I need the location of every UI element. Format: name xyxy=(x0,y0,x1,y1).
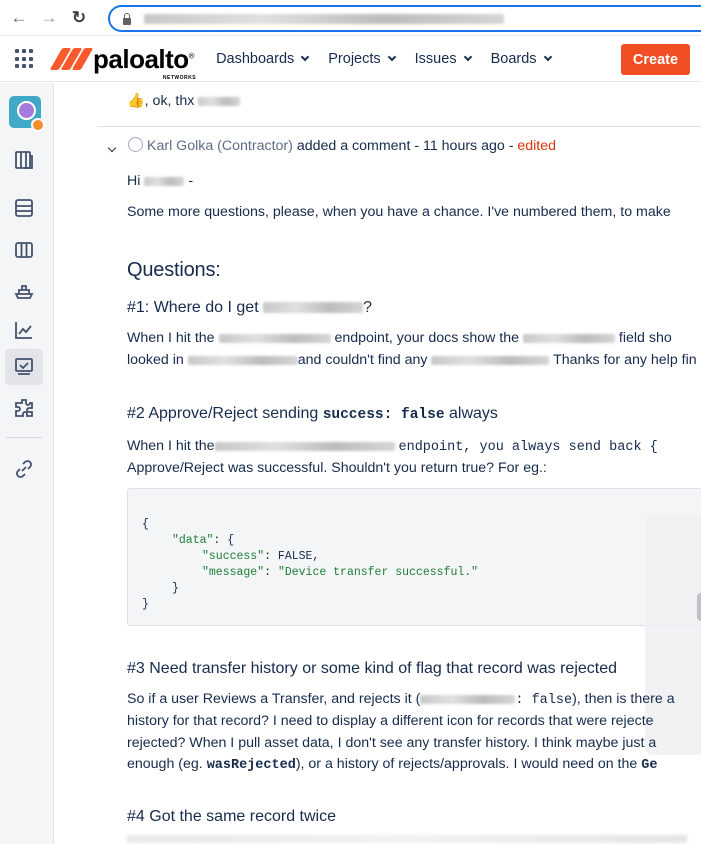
review-icon[interactable] xyxy=(12,355,36,379)
q2-heading: #2 Approve/Reject sending success: false… xyxy=(127,405,498,423)
thumbs-up-icon: 👍 xyxy=(127,93,145,109)
project-sidebar xyxy=(0,83,54,844)
issue-comments: 👍, ok, thx Karl Golka (Contractor) added… xyxy=(55,83,701,844)
chevron-down-icon xyxy=(543,52,552,62)
chevron-down-icon xyxy=(301,52,310,62)
q1-text-line2: looked in and couldn't find any Thanks f… xyxy=(127,352,697,368)
q4-text-cutoff xyxy=(127,835,687,843)
q3-text-line3: rejected? When I pull asset data, I don'… xyxy=(127,735,657,751)
forward-arrow-icon[interactable]: → xyxy=(38,7,60,29)
chevron-down-icon xyxy=(463,52,472,62)
greeting: Hi - xyxy=(127,173,194,189)
chevron-down-icon xyxy=(387,52,396,62)
reload-icon[interactable]: ↻ xyxy=(68,7,90,29)
lock-icon xyxy=(122,12,132,25)
questions-heading: Questions: xyxy=(127,259,221,281)
browser-toolbar: ← → ↻ xyxy=(0,0,701,36)
comment-header: Karl Golka (Contractor) added a comment … xyxy=(128,135,556,158)
menu-issues[interactable]: Issues xyxy=(415,51,472,67)
intro-text: Some more questions, please, when you ha… xyxy=(127,204,671,220)
q1-heading: #1: Where do I get ? xyxy=(127,299,372,316)
q1-text-line1: When I hit the endpoint, your docs show … xyxy=(127,330,672,346)
menu-dashboards[interactable]: Dashboards xyxy=(216,51,310,67)
q2-text-line1: When I hit the endpoint, you always send… xyxy=(127,438,658,455)
q4-heading: #4 Got the same record twice xyxy=(127,808,336,825)
q3-text-line1: So if a user Reviews a Transfer, and rej… xyxy=(127,691,675,708)
sidebar-divider xyxy=(6,437,42,438)
backlog-icon[interactable] xyxy=(12,196,36,220)
app-switcher-icon[interactable] xyxy=(15,49,35,69)
menu-boards[interactable]: Boards xyxy=(491,51,552,67)
paloalto-logo[interactable]: paloalto® NETWORKS xyxy=(49,44,197,81)
logo-text: paloalto® NETWORKS xyxy=(93,44,197,81)
redacted-url xyxy=(144,13,504,24)
board-icon[interactable] xyxy=(12,148,36,172)
ship-icon[interactable] xyxy=(12,279,36,303)
address-bar[interactable] xyxy=(108,5,701,32)
paloalto-logo-mark-icon xyxy=(49,47,94,71)
q3-heading: #3 Need transfer history or some kind of… xyxy=(127,660,618,677)
reports-icon[interactable] xyxy=(12,318,36,342)
user-avatar-icon xyxy=(128,137,143,152)
q3-text-line4: enough (eg. wasRejected), or a history o… xyxy=(127,756,658,773)
previous-comment: 👍, ok, thx xyxy=(127,90,241,113)
floating-panel-handle[interactable] xyxy=(697,593,701,621)
components-icon[interactable] xyxy=(12,396,36,420)
edited-label[interactable]: edited xyxy=(517,138,556,154)
comment-author[interactable]: Karl Golka (Contractor) xyxy=(147,138,293,154)
collapse-chevron-icon[interactable] xyxy=(107,135,117,158)
project-avatar-icon[interactable] xyxy=(9,96,45,132)
link-icon[interactable] xyxy=(12,457,36,481)
create-button[interactable]: Create xyxy=(621,44,690,75)
code-block: { "data": { "success": FALSE, "message":… xyxy=(127,488,701,626)
q2-text-line2: Approve/Reject was successful. Shouldn't… xyxy=(127,460,547,476)
back-arrow-icon[interactable]: ← xyxy=(8,7,30,29)
redacted-name xyxy=(198,96,241,106)
app-header: paloalto® NETWORKS Dashboards Projects Is… xyxy=(0,37,701,82)
columns-icon[interactable] xyxy=(12,238,36,262)
comment-divider xyxy=(97,126,701,127)
q3-text-line2: history for that record? I need to displ… xyxy=(127,713,654,729)
menu-projects[interactable]: Projects xyxy=(328,51,396,67)
